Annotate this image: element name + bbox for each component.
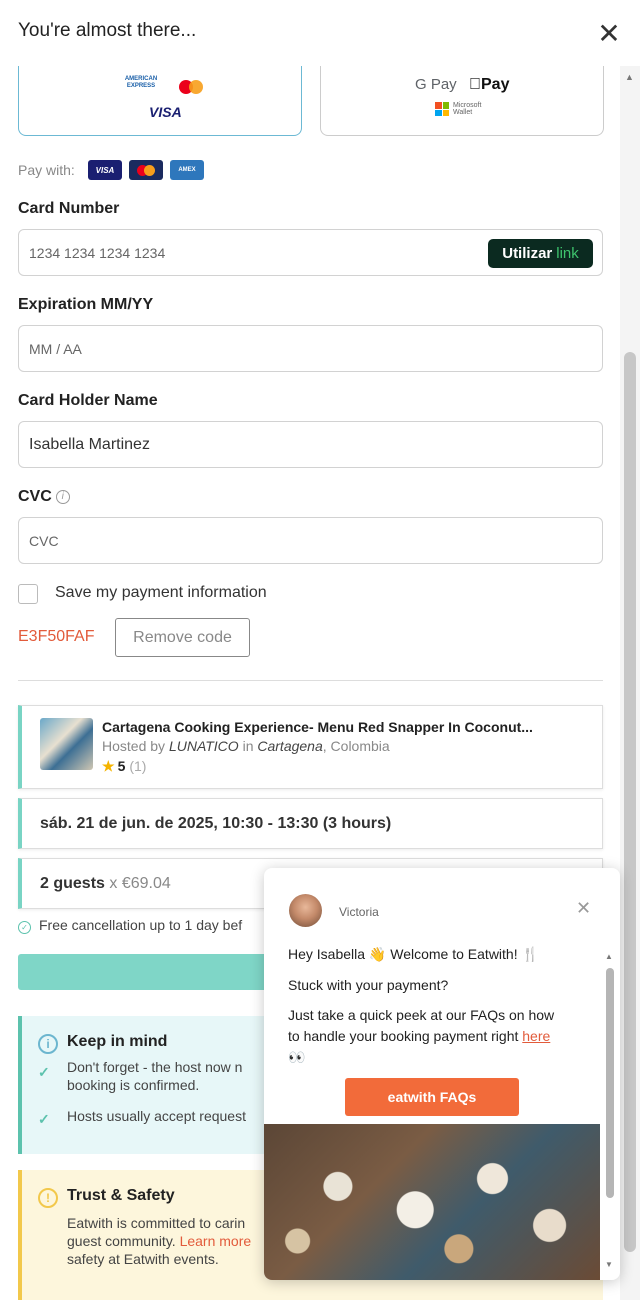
- link-pay-button[interactable]: Utilizar link: [488, 239, 593, 268]
- experience-host: Hosted by LUNATICO in Cartagena, Colombi…: [102, 738, 390, 754]
- mastercard-badge: [129, 160, 163, 180]
- chat-line: to handle your booking payment right her…: [288, 1028, 551, 1044]
- wallet-payment-option[interactable]: G Pay Pay Microsoft Wallet: [320, 62, 604, 136]
- card-number-input[interactable]: 1234 1234 1234 1234 Utilizar link: [18, 229, 603, 276]
- close-icon[interactable]: ✕: [596, 20, 622, 48]
- guest-count: 2 guests x €69.04: [40, 875, 171, 892]
- expiration-input[interactable]: MM / AA: [18, 325, 603, 372]
- pay-with-label: Pay with:: [18, 162, 75, 178]
- microsoft-icon: [435, 102, 449, 116]
- modal-header: You're almost there... ✕: [0, 0, 640, 66]
- cvc-label: CVC i: [18, 488, 70, 506]
- trust-line: safety at Eatwith events.: [67, 1251, 219, 1267]
- card-number-placeholder: 1234 1234 1234 1234: [29, 244, 166, 261]
- food-photo: [264, 1124, 600, 1280]
- keep-in-mind-line: Don't forget - the host now n: [67, 1059, 243, 1075]
- scrollbar-thumb[interactable]: [624, 352, 636, 1252]
- experience-thumbnail: [40, 718, 93, 770]
- faq-button[interactable]: eatwith FAQs: [345, 1078, 519, 1116]
- page-scrollbar[interactable]: ▲: [620, 66, 640, 1300]
- info-icon[interactable]: i: [55, 489, 70, 504]
- card-holder-input[interactable]: Isabella Martinez: [18, 421, 603, 468]
- promo-code: E3F50FAF: [18, 628, 95, 645]
- warning-icon: !: [38, 1188, 58, 1208]
- check-circle-icon: ✓: [18, 921, 31, 934]
- here-link[interactable]: here: [522, 1028, 550, 1044]
- card-number-label: Card Number: [18, 200, 120, 217]
- chat-widget: Victoria ✕ Hey Isabella 👋 Welcome to Eat…: [264, 868, 620, 1280]
- chat-line: Just take a quick peek at our FAQs on ho…: [288, 1007, 555, 1023]
- card-payment-option[interactable]: AMERICAN EXPRESS VISA: [18, 62, 302, 136]
- card-holder-label: Card Holder Name: [18, 392, 158, 409]
- save-payment-checkbox[interactable]: [18, 584, 38, 604]
- close-icon[interactable]: ✕: [576, 898, 591, 919]
- chat-emoji: 👀: [288, 1049, 306, 1065]
- booking-date: sáb. 21 de jun. de 2025, 10:30 - 13:30 (…: [40, 815, 392, 832]
- visa-logo: VISA: [149, 104, 182, 120]
- experience-title[interactable]: Cartagena Cooking Experience- Menu Red S…: [102, 719, 533, 735]
- check-icon: ✓: [38, 1111, 50, 1127]
- expiration-label: Expiration MM/YY: [18, 296, 154, 313]
- chat-scrollbar[interactable]: ▲ ▼: [604, 952, 616, 1272]
- modal-title: You're almost there...: [18, 20, 197, 41]
- visa-badge: VISA: [88, 160, 122, 180]
- experience-rating: ★ 5 (1): [102, 758, 147, 774]
- save-payment-label[interactable]: Save my payment information: [55, 584, 267, 602]
- apple-pay-logo: Pay: [469, 76, 509, 93]
- microsoft-wallet-logo: Microsoft Wallet: [435, 102, 491, 116]
- date-summary: sáb. 21 de jun. de 2025, 10:30 - 13:30 (…: [18, 798, 603, 849]
- agent-name: Victoria: [339, 905, 379, 919]
- scroll-up-icon[interactable]: ▲: [625, 72, 634, 82]
- chat-greeting: Hey Isabella 👋 Welcome to Eatwith! 🍴: [288, 946, 539, 962]
- google-pay-logo: G Pay: [415, 76, 457, 93]
- chat-scrollbar-thumb[interactable]: [606, 968, 614, 1198]
- amex-badge: AMEX: [170, 160, 204, 180]
- check-icon: ✓: [38, 1064, 50, 1080]
- avatar: [289, 894, 322, 927]
- cvc-input[interactable]: CVC: [18, 517, 603, 564]
- info-circle-icon: i: [38, 1034, 58, 1054]
- divider: [18, 680, 603, 681]
- chat-line: Stuck with your payment?: [288, 977, 449, 993]
- keep-in-mind-line: Hosts usually accept request: [67, 1108, 246, 1124]
- scroll-down-icon[interactable]: ▼: [605, 1260, 613, 1269]
- trust-safety-title: Trust & Safety: [67, 1187, 175, 1204]
- expiration-placeholder: MM / AA: [29, 340, 82, 357]
- free-cancellation-note: ✓ Free cancellation up to 1 day bef: [18, 917, 242, 934]
- scroll-up-icon[interactable]: ▲: [605, 952, 613, 961]
- cvc-placeholder: CVC: [29, 532, 59, 549]
- trust-line: Eatwith is committed to carin: [67, 1215, 246, 1231]
- mastercard-logo: [179, 80, 203, 94]
- card-holder-value: Isabella Martinez: [29, 435, 150, 453]
- keep-in-mind-line: booking is confirmed.: [67, 1077, 200, 1093]
- experience-summary: Cartagena Cooking Experience- Menu Red S…: [18, 705, 603, 789]
- learn-more-link[interactable]: Learn more: [180, 1233, 252, 1249]
- keep-in-mind-title: Keep in mind: [67, 1033, 168, 1050]
- amex-logo: AMERICAN EXPRESS: [124, 76, 158, 89]
- star-icon: ★: [102, 758, 115, 774]
- trust-line: guest community. Learn more: [67, 1233, 252, 1249]
- remove-code-button[interactable]: Remove code: [115, 618, 250, 657]
